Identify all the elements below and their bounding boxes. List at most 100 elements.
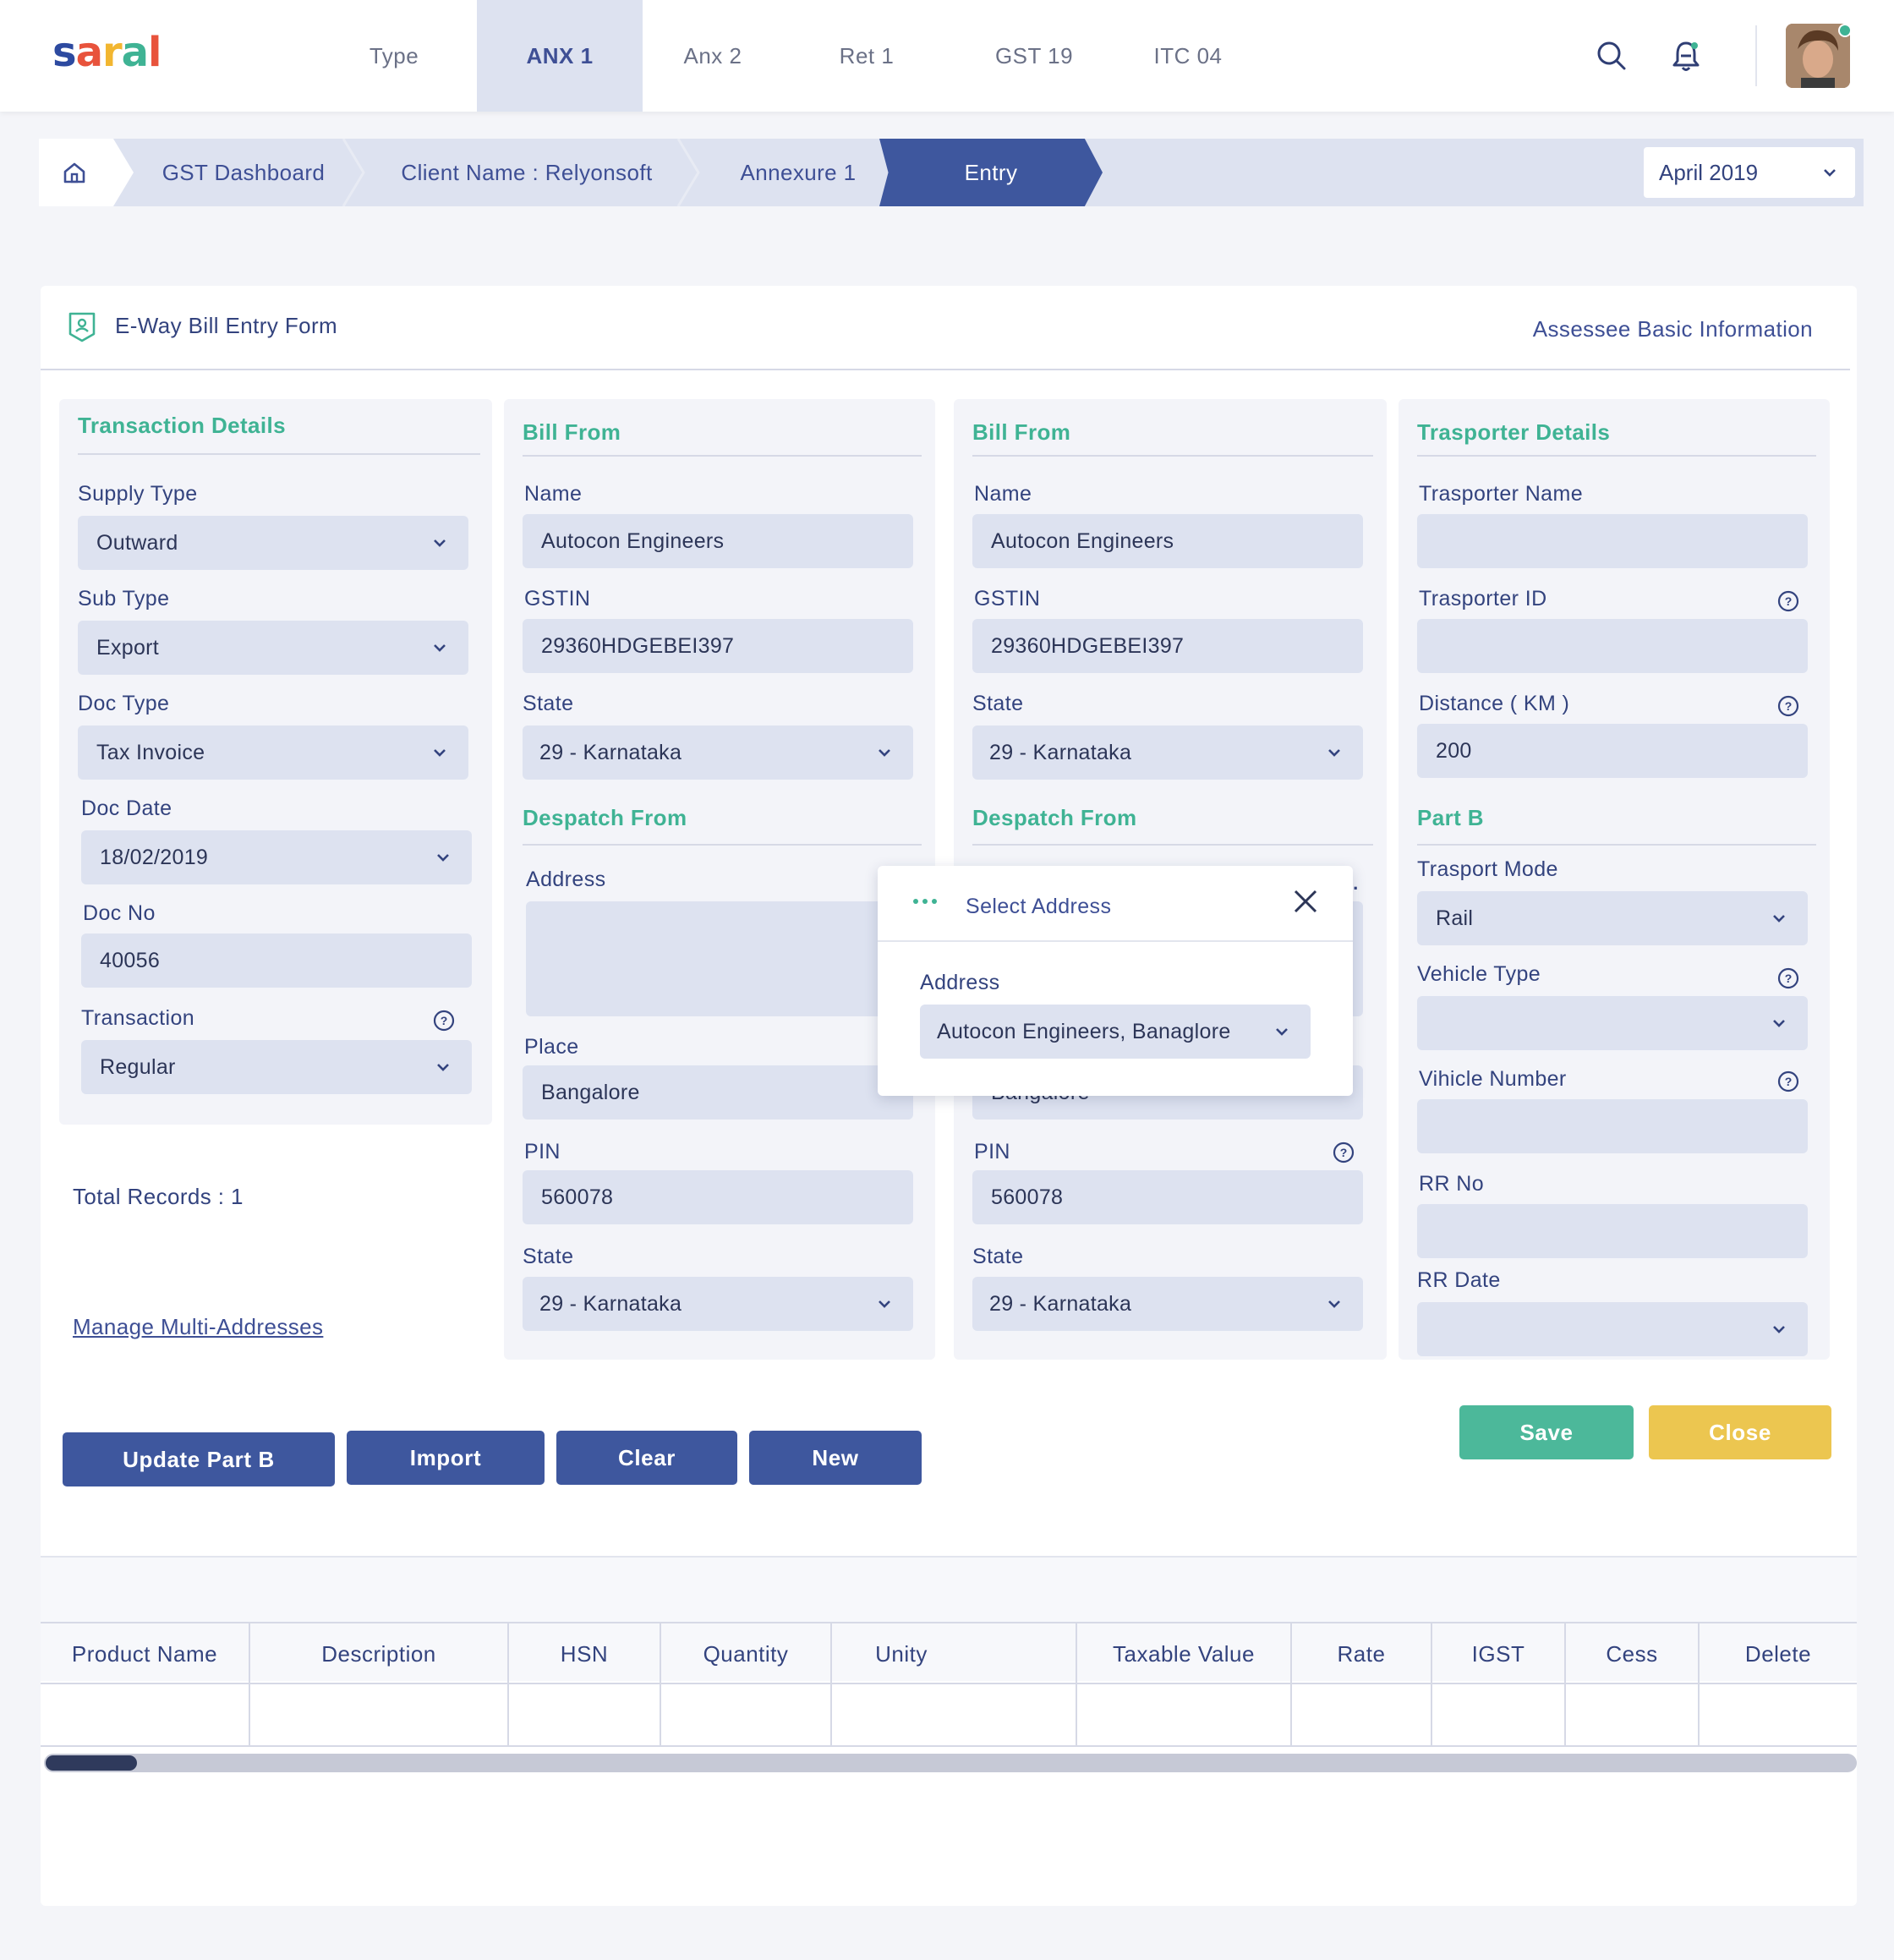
rr-no-input[interactable] [1417,1204,1808,1258]
doc-type-select[interactable]: Tax Invoice [78,725,468,780]
transporter-name-input[interactable] [1417,514,1808,568]
tab-ret1[interactable]: Ret 1 [812,0,922,112]
help-icon[interactable]: ? [1333,1142,1355,1163]
despatch-state-value: 29 - Karnataka [989,1291,1132,1316]
column-header-quantity[interactable]: Quantity [661,1623,830,1684]
doc-date-value: 18/02/2019 [100,845,209,869]
rr-no-label: RR No [1419,1172,1485,1196]
doc-date-picker[interactable]: 18/02/2019 [81,830,472,884]
column-header-unity[interactable]: Unity [832,1623,971,1684]
column-header-description[interactable]: Description [250,1623,507,1684]
column-header-product-name[interactable]: Product Name [41,1623,249,1684]
transport-mode-select[interactable]: Rail [1417,891,1808,945]
online-status-dot [1838,24,1852,37]
despatch-address-textarea[interactable] [526,901,913,1016]
supply-type-select[interactable]: Outward [78,516,468,570]
horizontal-scrollbar[interactable] [44,1754,1857,1772]
close-icon[interactable] [1290,886,1321,917]
breadcrumb-separator [342,139,365,206]
tab-anx2[interactable]: Anx 2 [658,0,768,112]
update-part-b-button[interactable]: Update Part B [63,1432,335,1486]
bill-from-name-label: Name [524,482,583,506]
bill-from-name-input[interactable]: Autocon Engineers [523,514,913,568]
breadcrumb-entry[interactable]: Entry [879,139,1103,206]
vehicle-type-select[interactable] [1417,996,1808,1050]
scrollbar-thumb[interactable] [46,1755,137,1771]
bill-from-state-select[interactable]: 29 - Karnataka [523,725,913,780]
search-icon[interactable] [1593,37,1630,74]
despatch-from-title: Despatch From [523,805,687,830]
tab-type[interactable]: Type [337,0,452,112]
transporter-id-input[interactable] [1417,619,1808,673]
popup-divider [878,940,1353,942]
bill-from-state-label: State [972,692,1024,715]
pin-input[interactable]: 560078 [523,1170,913,1224]
tab-anx1[interactable]: ANX 1 [477,0,643,112]
home-icon[interactable] [39,139,110,206]
pin-input[interactable]: 560078 [972,1170,1363,1224]
vehicle-number-input[interactable] [1417,1099,1808,1153]
despatch-state-select[interactable]: 29 - Karnataka [972,1277,1363,1331]
chevron-down-icon [434,539,446,547]
chevron-down-icon [1328,749,1340,757]
rr-date-picker[interactable] [1417,1302,1808,1356]
new-button[interactable]: New [749,1431,922,1485]
tab-gst19[interactable]: GST 19 [972,0,1096,112]
total-records: Total Records : 1 [73,1184,244,1209]
place-input[interactable]: Bangalore [523,1065,913,1120]
supply-type-label: Supply Type [78,482,198,506]
doc-no-value: 40056 [100,948,161,972]
column-header-cess[interactable]: Cess [1566,1623,1698,1684]
bill-from-name-input[interactable]: Autocon Engineers [972,514,1363,568]
column-header-delete[interactable]: Delete [1700,1623,1857,1684]
column-divider [1290,1623,1292,1747]
section-divider [972,844,1373,846]
transaction-select[interactable]: Regular [81,1040,472,1094]
bill-from-gstin-input[interactable]: 29360HDGEBEI397 [523,619,913,673]
breadcrumb-gst-dashboard[interactable]: GST Dashboard [144,139,343,206]
column-divider [1431,1623,1432,1747]
svg-text:?: ? [1785,1075,1793,1088]
transaction-label: Transaction [81,1006,195,1030]
breadcrumb-annexure[interactable]: Annexure 1 [714,139,883,206]
bill-from-title: Bill From [972,419,1071,445]
help-icon[interactable]: ? [1777,695,1799,717]
breadcrumb-client-name[interactable]: Client Name : Relyonsoft [380,139,673,206]
bill-from-gstin-input[interactable]: 29360HDGEBEI397 [972,619,1363,673]
doc-no-input[interactable]: 40056 [81,933,472,988]
column-header-hsn[interactable]: HSN [509,1623,660,1684]
column-header-rate[interactable]: Rate [1292,1623,1431,1684]
saral-logo[interactable]: saral [52,29,162,76]
transporter-id-label: Trasporter ID [1419,587,1547,610]
breadcrumb-separator [108,139,134,206]
help-icon[interactable]: ? [1777,1070,1799,1092]
import-button[interactable]: Import [347,1431,545,1485]
tab-itc04[interactable]: ITC 04 [1125,0,1251,112]
sub-type-label: Sub Type [78,587,170,610]
popup-address-select[interactable]: Autocon Engineers, Banaglore [920,1005,1311,1059]
bill-from-state-select[interactable]: 29 - Karnataka [972,725,1363,780]
month-select[interactable]: April 2019 [1644,147,1855,198]
save-button[interactable]: Save [1459,1405,1634,1459]
distance-input[interactable]: 200 [1417,724,1808,778]
assessee-info-link[interactable]: Assessee Basic Information [1437,316,1813,342]
breadcrumb-separator [676,139,700,206]
column-header-igst[interactable]: IGST [1432,1623,1564,1684]
rr-date-label: RR Date [1417,1268,1501,1292]
help-icon[interactable]: ? [1777,967,1799,989]
clear-button[interactable]: Clear [556,1431,737,1485]
navbar-divider [1755,25,1757,86]
column-header-taxable-value[interactable]: Taxable Value [1077,1623,1290,1684]
form-icon [68,311,96,343]
transport-mode-label: Trasport Mode [1417,857,1558,881]
help-icon[interactable]: ? [1777,590,1799,612]
bill-from-name-label: Name [974,482,1032,506]
pin-label: PIN [524,1140,561,1163]
sub-type-select[interactable]: Export [78,621,468,675]
notification-bell-icon[interactable] [1667,36,1705,76]
despatch-state-select[interactable]: 29 - Karnataka [523,1277,913,1331]
close-button[interactable]: Close [1649,1405,1831,1459]
manage-multi-addresses-link[interactable]: Manage Multi-Addresses [73,1314,323,1340]
bill-from-gstin-value: 29360HDGEBEI397 [991,633,1185,658]
help-icon[interactable]: ? [433,1010,455,1032]
